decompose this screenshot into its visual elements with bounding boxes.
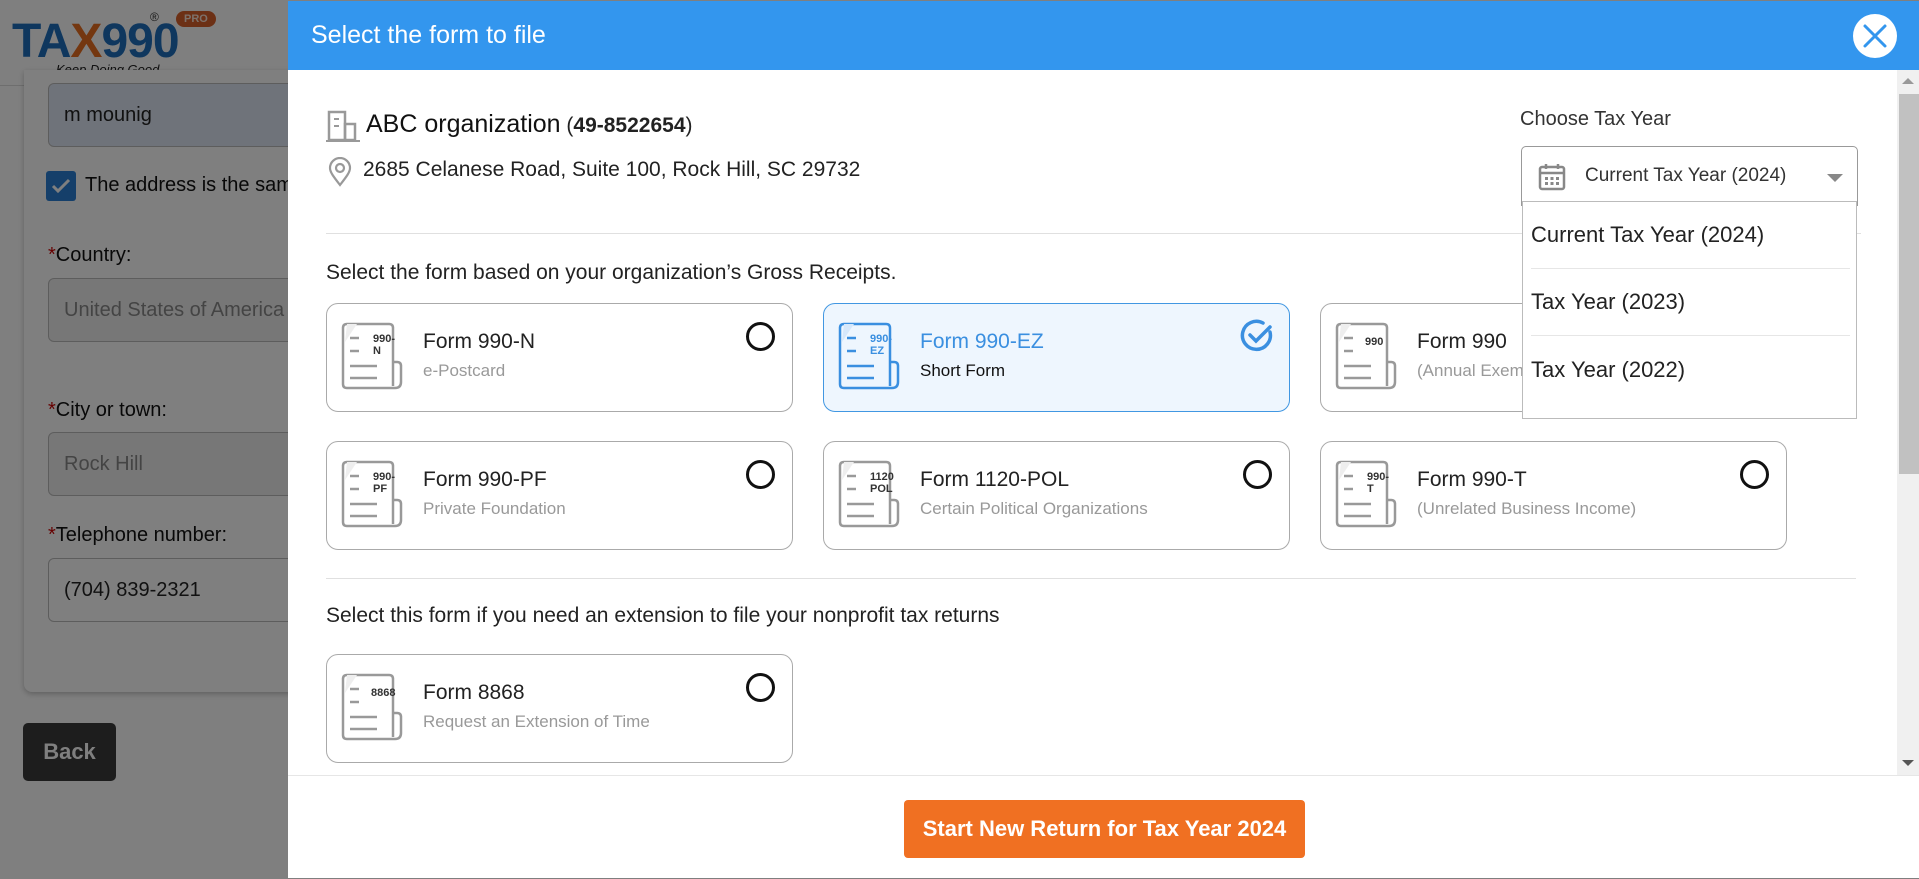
form-title: Form 990-T [1417, 468, 1527, 491]
tax-year-label: Choose Tax Year [1520, 108, 1671, 130]
extension-section-title: Select this form if you need an extensio… [326, 604, 1000, 627]
form-radio-button[interactable] [1243, 460, 1272, 489]
form-document-icon: 8868 [341, 671, 407, 748]
form-card[interactable]: 990- T Form 990-T (Unrelated Business Inc… [1320, 441, 1787, 550]
building-icon [326, 110, 360, 142]
form-radio-button[interactable] [746, 322, 775, 351]
modal-header: Select the form to file [288, 1, 1919, 70]
location-pin-icon [328, 157, 352, 187]
form-title: Form 990-N [423, 330, 536, 353]
svg-text:N: N [373, 345, 381, 357]
page: TAX990 ® PRO Keep Doing Good m mounig Th… [0, 0, 1919, 879]
svg-text:POL: POL [870, 483, 893, 495]
ein-open: ( [560, 114, 574, 137]
tax-year-option[interactable]: Tax Year (2023) [1531, 269, 1850, 336]
organization-ein: 49-8522654 [573, 114, 686, 137]
form-radio-button[interactable] [746, 460, 775, 489]
close-icon [1863, 24, 1887, 48]
form-card[interactable]: 1120 POL Form 1120-POL Certain Political … [823, 441, 1290, 550]
form-card[interactable]: 990- PF Form 990-PF Private Foundation [326, 441, 793, 550]
form-subtitle: Short Form [920, 361, 1006, 380]
form-title: Form 990-PF [423, 468, 547, 491]
form-title: Form 8868 [423, 681, 525, 704]
form-subtitle: e-Postcard [423, 361, 506, 380]
form-card[interactable]: 990- N Form 990-N e-Postcard [326, 303, 793, 412]
form-subtitle: (Unrelated Business Income) [1417, 499, 1637, 518]
modal-body: ABC organization (49-8522654) 2685 Celan… [288, 70, 1919, 775]
ein-close: ) [685, 114, 693, 137]
svg-text:990-: 990- [1367, 471, 1389, 483]
form-radio-button[interactable] [746, 673, 775, 702]
svg-text:T: T [1367, 483, 1374, 495]
svg-text:990: 990 [1365, 336, 1383, 348]
form-card[interactable]: 990- EZ Form 990-EZ Short Form [823, 303, 1290, 412]
svg-text:990-: 990- [373, 471, 395, 483]
form-document-icon: 1120 POL [838, 458, 904, 535]
scroll-down-arrow-icon[interactable] [1902, 760, 1914, 766]
calendar-icon [1538, 164, 1566, 191]
tax-year-option[interactable]: Current Tax Year (2024) [1531, 202, 1850, 269]
form-radio-button[interactable] [1740, 460, 1769, 489]
form-title: Form 1120-POL [920, 468, 1069, 491]
form-title: Form 990 [1417, 330, 1507, 353]
organization-name-text: ABC organization [366, 110, 561, 138]
organization-address: 2685 Celanese Road, Suite 100, Rock Hill… [363, 158, 861, 181]
start-new-return-button[interactable]: Start New Return for Tax Year 2024 [904, 800, 1305, 858]
tax-year-selected-value: Current Tax Year (2024) [1585, 165, 1787, 186]
modal-scrollbar[interactable] [1897, 70, 1919, 775]
tax-year-option[interactable]: Tax Year (2022) [1531, 336, 1850, 403]
form-subtitle: Certain Political Organizations [920, 499, 1148, 518]
tax-year-select[interactable]: Current Tax Year (2024) [1521, 146, 1858, 206]
chevron-down-icon [1827, 174, 1843, 182]
divider [326, 578, 1856, 579]
form-document-icon: 990- N [341, 320, 407, 397]
form-card[interactable]: 8868 Form 8868 Request an Extension of T… [326, 654, 793, 763]
svg-text:PF: PF [373, 483, 387, 495]
modal-footer: Start New Return for Tax Year 2024 [288, 775, 1919, 878]
form-document-icon: 990- EZ [838, 320, 904, 397]
form-document-icon: 990 [1335, 320, 1401, 397]
gross-receipts-section-title: Select the form based on your organizati… [326, 261, 897, 284]
form-document-icon: 990- T [1335, 458, 1401, 535]
scroll-thumb[interactable] [1899, 94, 1919, 474]
scroll-up-arrow-icon[interactable] [1902, 78, 1914, 84]
form-subtitle: Private Foundation [423, 499, 566, 518]
form-document-icon: 990- PF [341, 458, 407, 535]
select-form-modal: Select the form to file ABC organization… [288, 1, 1919, 878]
svg-text:EZ: EZ [870, 345, 884, 357]
close-button[interactable] [1853, 14, 1897, 58]
organization-name: ABC organization (49-8522654) [366, 110, 693, 139]
modal-title: Select the form to file [311, 21, 546, 49]
svg-text:990-: 990- [870, 333, 892, 345]
svg-text:1120: 1120 [870, 471, 894, 483]
tax-year-dropdown: Current Tax Year (2024) Tax Year (2023) … [1522, 201, 1857, 419]
form-title: Form 990-EZ [920, 330, 1044, 353]
form-subtitle: Request an Extension of Time [423, 712, 650, 731]
svg-text:990-: 990- [373, 333, 395, 345]
check-circle-icon[interactable] [1239, 318, 1275, 354]
svg-text:8868: 8868 [371, 687, 395, 699]
